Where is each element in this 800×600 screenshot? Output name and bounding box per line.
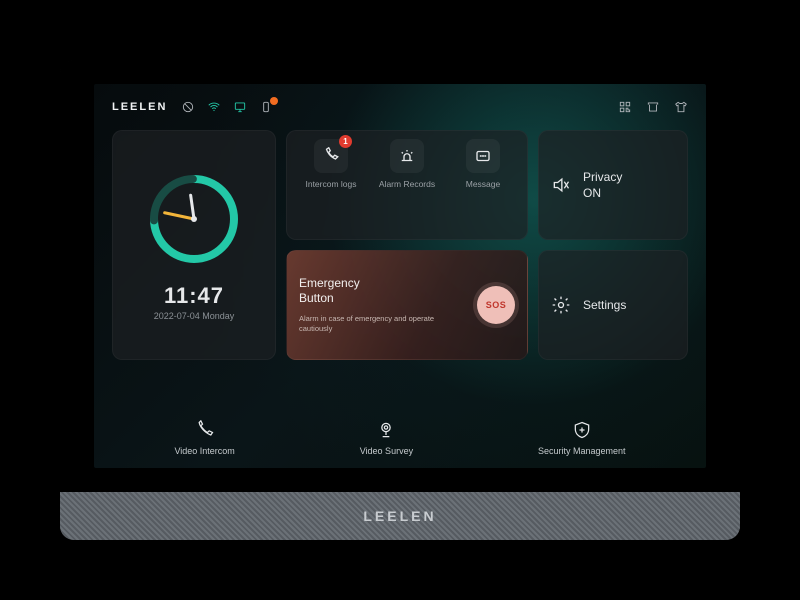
brand-logo: LEELEN bbox=[112, 101, 167, 113]
emergency-card[interactable]: Emergency Button Alarm in case of emerge… bbox=[286, 250, 528, 360]
clock-date: 2022-07-04 Monday bbox=[154, 311, 235, 321]
tshirt-icon[interactable] bbox=[674, 100, 688, 114]
notification-dot bbox=[270, 97, 278, 105]
speaker-brand: LEELEN bbox=[363, 508, 436, 524]
qr-icon[interactable] bbox=[618, 100, 632, 114]
settings-label: Settings bbox=[583, 297, 626, 313]
wifi-icon bbox=[207, 100, 221, 114]
tile-grid: 11:47 2022-07-04 Monday 1 Intercom logs bbox=[112, 130, 688, 360]
dnd-icon bbox=[181, 100, 195, 114]
bottom-nav: Video Intercom Video Survey Security Man… bbox=[112, 408, 688, 460]
status-icons bbox=[181, 100, 273, 114]
phone-notif-icon bbox=[259, 100, 273, 114]
message-label: Message bbox=[466, 179, 501, 189]
video-intercom-label: Video Intercom bbox=[174, 446, 234, 456]
intercom-badge: 1 bbox=[339, 135, 352, 148]
phone-missed-icon: 1 bbox=[314, 139, 348, 173]
sos-button[interactable]: SOS bbox=[477, 286, 515, 324]
top-right-icons bbox=[618, 100, 688, 114]
privacy-card[interactable]: Privacy ON bbox=[538, 130, 688, 240]
records-card: 1 Intercom logs Alarm Records bbox=[286, 130, 528, 240]
clock-time: 11:47 bbox=[154, 283, 235, 309]
analog-clock bbox=[144, 169, 244, 269]
siren-icon bbox=[390, 139, 424, 173]
phone-icon bbox=[195, 420, 215, 440]
screen-bezel: LEELEN bbox=[60, 60, 740, 492]
emergency-title: Emergency Button bbox=[299, 276, 467, 306]
privacy-label: Privacy ON bbox=[583, 169, 622, 201]
message-icon bbox=[466, 139, 500, 173]
mute-icon bbox=[551, 175, 571, 195]
monitor-icon bbox=[233, 100, 247, 114]
message-button[interactable]: Message bbox=[445, 139, 521, 231]
scene-icon[interactable] bbox=[646, 100, 660, 114]
video-intercom-button[interactable]: Video Intercom bbox=[174, 420, 234, 456]
home-screen: LEELEN bbox=[94, 84, 706, 468]
alarm-records-label: Alarm Records bbox=[379, 179, 435, 189]
settings-card[interactable]: Settings bbox=[538, 250, 688, 360]
emergency-subtitle: Alarm in case of emergency and operate c… bbox=[299, 314, 467, 334]
intercom-logs-label: Intercom logs bbox=[305, 179, 356, 189]
speaker-bar: LEELEN bbox=[60, 492, 740, 540]
top-bar: LEELEN bbox=[112, 94, 688, 120]
security-mgmt-label: Security Management bbox=[538, 446, 626, 456]
intercom-logs-button[interactable]: 1 Intercom logs bbox=[293, 139, 369, 231]
video-survey-button[interactable]: Video Survey bbox=[360, 420, 413, 456]
video-survey-label: Video Survey bbox=[360, 446, 413, 456]
security-mgmt-button[interactable]: Security Management bbox=[538, 420, 626, 456]
alarm-records-button[interactable]: Alarm Records bbox=[369, 139, 445, 231]
gear-icon bbox=[551, 295, 571, 315]
camera-icon bbox=[376, 420, 396, 440]
shield-plus-icon bbox=[572, 420, 592, 440]
clock-card[interactable]: 11:47 2022-07-04 Monday bbox=[112, 130, 276, 360]
device-frame: LEELEN bbox=[60, 60, 740, 540]
